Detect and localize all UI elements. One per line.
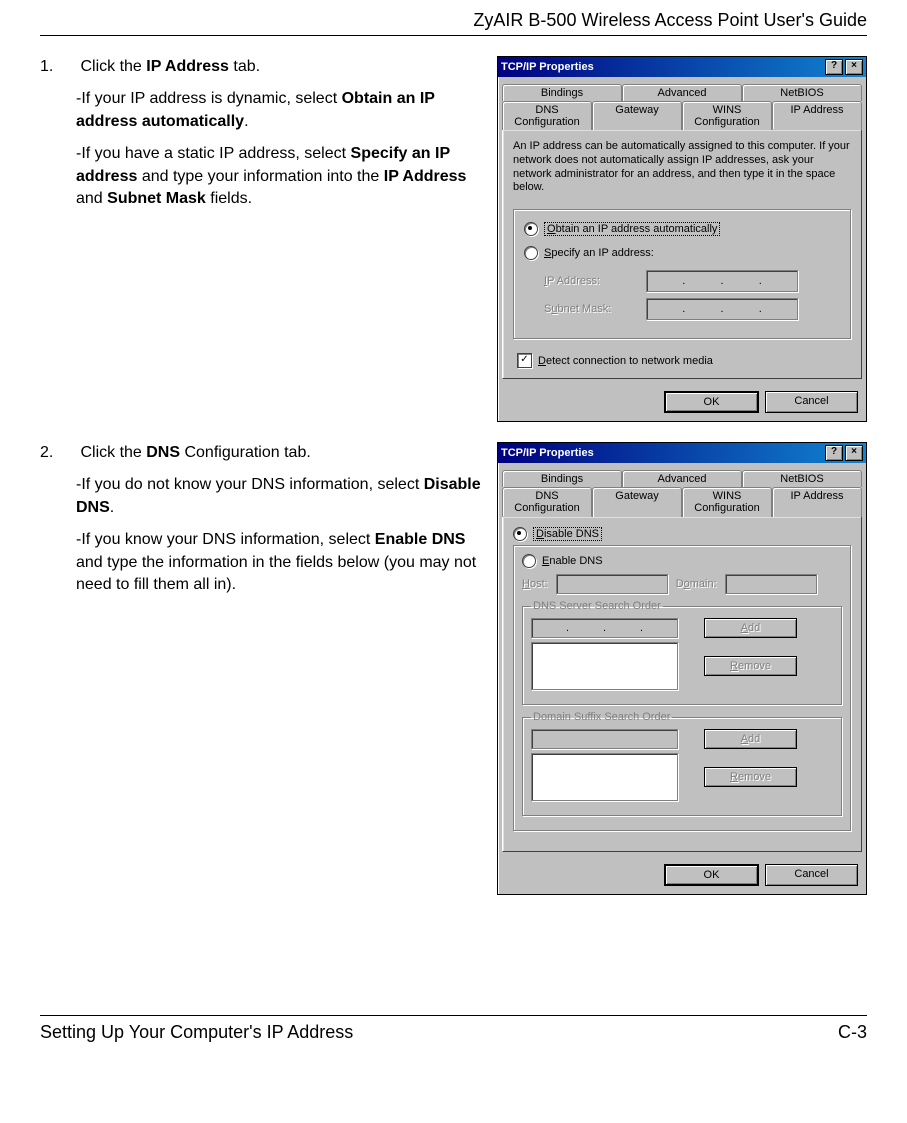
radio-disable-label: Disable DNS bbox=[533, 527, 602, 541]
ip-description: An IP address can be automatically assig… bbox=[513, 140, 851, 195]
footer-right: C-3 bbox=[838, 1022, 867, 1043]
cancel-button[interactable]: Cancel bbox=[765, 391, 858, 413]
suffix-add-button[interactable]: Add bbox=[704, 729, 797, 749]
tab-netbios[interactable]: NetBIOS bbox=[742, 84, 862, 101]
subnet-mask-label: Subnet Mask: bbox=[544, 303, 634, 315]
titlebar[interactable]: TCP/IP Properties ? × bbox=[498, 443, 866, 463]
tab-bindings[interactable]: Bindings bbox=[502, 470, 622, 487]
tab-panel-ip: An IP address can be automatically assig… bbox=[502, 129, 862, 379]
dns-server-order-label: DNS Server Search Order bbox=[531, 600, 663, 612]
host-input[interactable] bbox=[556, 574, 668, 594]
radio-enable-dns[interactable] bbox=[522, 554, 536, 568]
tcpip-dialog-dns: TCP/IP Properties ? × Bindings Advanced … bbox=[497, 442, 867, 895]
step-2-number: 2. bbox=[40, 442, 76, 464]
tab-dns-config[interactable]: DNS Configuration bbox=[502, 101, 592, 130]
tab-advanced[interactable]: Advanced bbox=[622, 84, 742, 101]
domain-input[interactable] bbox=[725, 574, 817, 594]
suffix-list[interactable] bbox=[531, 753, 678, 801]
step-2-row: 2. Click the DNS Configuration tab. -If … bbox=[40, 442, 867, 895]
ip-groupbox: Obtain an IP address automatically Speci… bbox=[513, 209, 851, 339]
tab-gateway[interactable]: Gateway bbox=[592, 487, 682, 517]
help-button[interactable]: ? bbox=[825, 445, 843, 461]
step-2-text: 2. Click the DNS Configuration tab. -If … bbox=[40, 442, 487, 596]
detect-label: Detect connection to network media bbox=[538, 355, 713, 367]
suffix-input[interactable] bbox=[531, 729, 678, 749]
step-1-number: 1. bbox=[40, 56, 76, 78]
ip-address-input[interactable]: ... bbox=[646, 270, 798, 292]
close-button[interactable]: × bbox=[845, 445, 863, 461]
page-header: ZyAIR B-500 Wireless Access Point User's… bbox=[40, 0, 867, 36]
tcpip-dialog-ip: TCP/IP Properties ? × Bindings Advanced … bbox=[497, 56, 867, 422]
step-1-text: 1. Click the IP Address tab. -If your IP… bbox=[40, 56, 487, 210]
dialog-title: TCP/IP Properties bbox=[501, 447, 594, 459]
domain-label: Domain: bbox=[676, 578, 717, 590]
help-button[interactable]: ? bbox=[825, 59, 843, 75]
tab-wins[interactable]: WINS Configuration bbox=[682, 101, 772, 130]
suffix-remove-button[interactable]: Remove bbox=[704, 767, 797, 787]
domain-suffix-order-label: Domain Suffix Search Order bbox=[531, 711, 672, 723]
ok-button[interactable]: OK bbox=[664, 864, 759, 886]
tab-ip-address[interactable]: IP Address bbox=[772, 487, 862, 517]
dns-server-list[interactable] bbox=[531, 642, 678, 690]
dns-add-button[interactable]: Add bbox=[704, 618, 797, 638]
titlebar[interactable]: TCP/IP Properties ? × bbox=[498, 57, 866, 77]
tab-wins[interactable]: WINS Configuration bbox=[682, 487, 772, 517]
radio-obtain-label: Obtain an IP address automatically bbox=[544, 222, 720, 236]
radio-specify-label: Specify an IP address: bbox=[544, 247, 654, 259]
close-button[interactable]: × bbox=[845, 59, 863, 75]
ok-button[interactable]: OK bbox=[664, 391, 759, 413]
tab-netbios[interactable]: NetBIOS bbox=[742, 470, 862, 487]
radio-disable-dns[interactable] bbox=[513, 527, 527, 541]
enable-dns-group: Enable DNS Host: Domain: DNS Server Sear… bbox=[513, 545, 851, 831]
radio-specify-ip[interactable] bbox=[524, 246, 538, 260]
domain-suffix-order-group: Domain Suffix Search Order Add Rem bbox=[522, 711, 842, 816]
tab-dns-config[interactable]: DNS Configuration bbox=[502, 487, 592, 517]
dialog-title: TCP/IP Properties bbox=[501, 61, 594, 73]
tab-ip-address[interactable]: IP Address bbox=[772, 101, 862, 130]
host-label: Host: bbox=[522, 578, 548, 590]
dns-server-order-group: DNS Server Search Order ... Add bbox=[522, 600, 842, 705]
radio-enable-label: Enable DNS bbox=[542, 555, 603, 567]
footer-left: Setting Up Your Computer's IP Address bbox=[40, 1022, 353, 1043]
tab-panel-dns: Disable DNS Enable DNS Host: Domain: bbox=[502, 516, 862, 852]
dns-ip-input[interactable]: ... bbox=[531, 618, 678, 638]
cancel-button[interactable]: Cancel bbox=[765, 864, 858, 886]
dns-remove-button[interactable]: Remove bbox=[704, 656, 797, 676]
tab-gateway[interactable]: Gateway bbox=[592, 101, 682, 130]
step-1-row: 1. Click the IP Address tab. -If your IP… bbox=[40, 56, 867, 422]
tab-bindings[interactable]: Bindings bbox=[502, 84, 622, 101]
page-footer: Setting Up Your Computer's IP Address C-… bbox=[40, 1015, 867, 1053]
guide-title: ZyAIR B-500 Wireless Access Point User's… bbox=[473, 10, 867, 30]
tab-advanced[interactable]: Advanced bbox=[622, 470, 742, 487]
detect-checkbox[interactable]: ✓ bbox=[517, 353, 532, 368]
ip-address-label: IP Address: bbox=[544, 275, 634, 287]
radio-obtain-auto[interactable] bbox=[524, 222, 538, 236]
subnet-mask-input[interactable]: ... bbox=[646, 298, 798, 320]
